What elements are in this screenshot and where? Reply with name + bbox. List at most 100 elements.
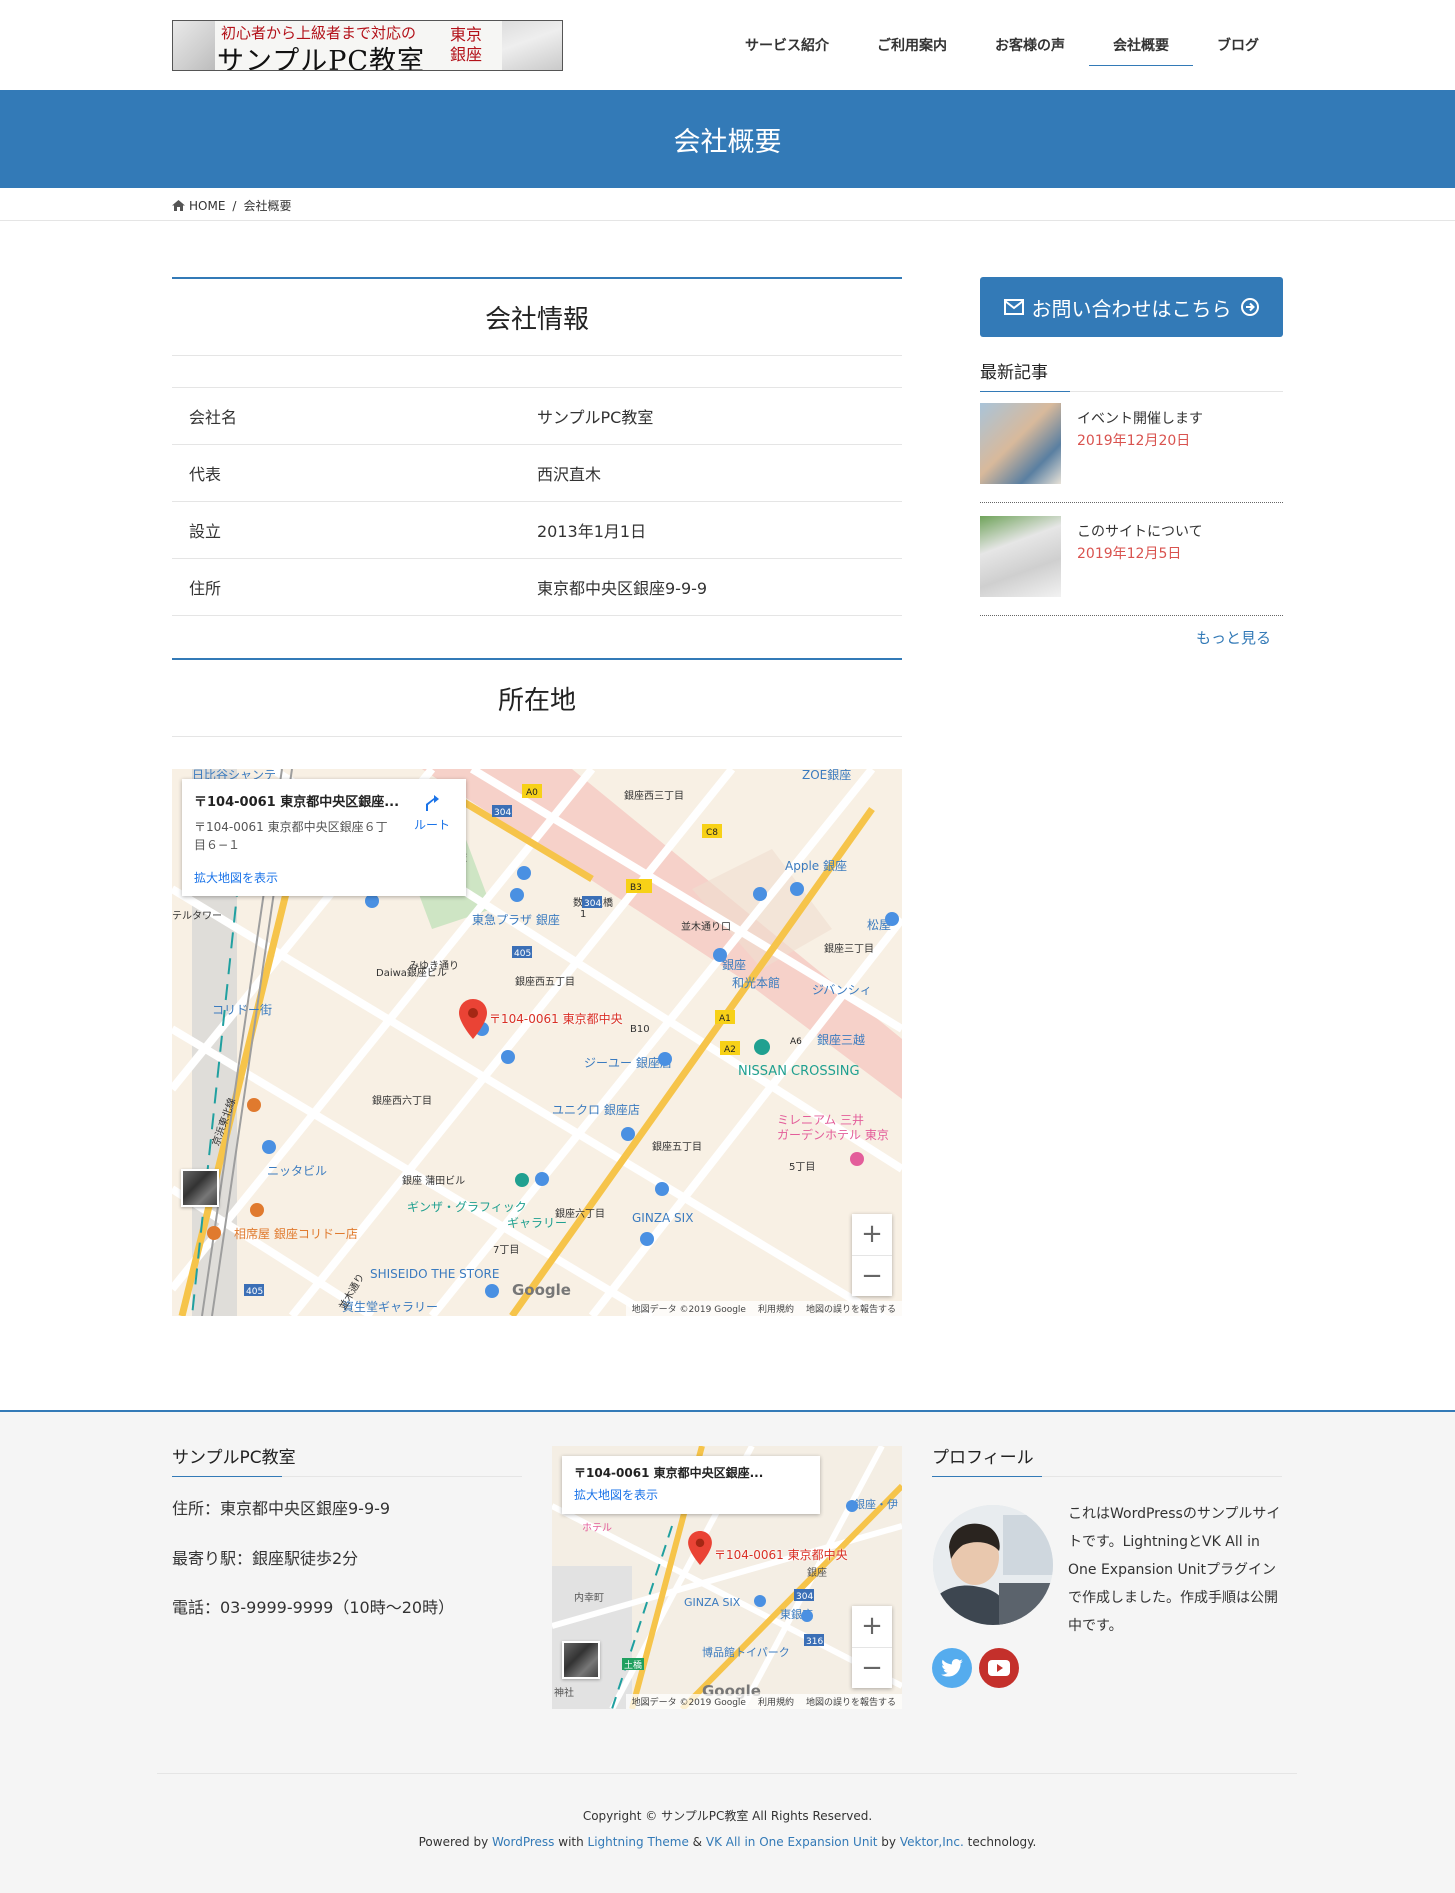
- post-title[interactable]: イベント開催します: [1077, 408, 1203, 428]
- page-title: 会社概要: [673, 126, 782, 158]
- map-label: 銀座西六丁目: [372, 1094, 432, 1107]
- map-label: 相席屋 銀座コリドー店: [234, 1226, 358, 1241]
- post-thumbnail[interactable]: [980, 516, 1061, 597]
- map-report-link[interactable]: 地図の誤りを報告する: [806, 1695, 896, 1708]
- zoom-in-button[interactable]: +: [852, 1606, 892, 1648]
- logo-laptop-image: [502, 21, 562, 70]
- more-posts-link[interactable]: もっと見る: [1196, 627, 1271, 648]
- global-nav: サービス紹介 ご利用案内 お客様の声 会社概要 ブログ: [721, 0, 1283, 90]
- breadcrumb-separator: /: [232, 198, 237, 213]
- map-label: GINZA SIX: [632, 1211, 693, 1225]
- map-label: ZOE銀座: [802, 769, 851, 782]
- map-route-button[interactable]: ルート: [414, 793, 450, 833]
- nav-item-blog[interactable]: ブログ: [1193, 0, 1283, 90]
- footer-map[interactable]: GINZA SIX 東銀座 銀座・伊 博品館トイパーク 内幸町 銀座 神社 ホテ…: [552, 1446, 902, 1709]
- map-card-address: 〒104-0061 東京都中央区銀座６丁目６−１: [194, 820, 388, 852]
- vk-expansion-unit-link[interactable]: VK All in One Expansion Unit: [706, 1835, 878, 1849]
- map-label: 和光本館: [732, 975, 780, 990]
- map-label: 神社: [554, 1686, 574, 1699]
- google-logo: Google: [512, 1281, 571, 1299]
- row-value: 西沢直木: [537, 465, 602, 484]
- map-label: 土橋: [624, 1659, 642, 1671]
- map-label: C8: [706, 828, 718, 838]
- list-item[interactable]: イベント開催します 2019年12月20日: [980, 390, 1283, 503]
- map-label: 銀座: [722, 957, 746, 972]
- youtube-button[interactable]: [979, 1648, 1019, 1688]
- zoom-in-button[interactable]: +: [852, 1214, 892, 1256]
- map-label: ギンザ・グラフィック: [407, 1200, 527, 1214]
- copyright: Copyright © サンプルPC教室 All Rights Reserved…: [582, 1809, 873, 1823]
- map-satellite-toggle[interactable]: [181, 1169, 219, 1207]
- zoom-out-button[interactable]: −: [852, 1648, 892, 1689]
- row-label: 設立: [189, 522, 222, 541]
- nav-item-guide[interactable]: ご利用案内: [853, 0, 971, 90]
- zoom-out-button[interactable]: −: [852, 1256, 892, 1297]
- map-label: A6: [790, 1037, 802, 1047]
- logo-location-line2: 銀座: [449, 45, 482, 64]
- row-label: 住所: [189, 579, 222, 598]
- wordpress-link[interactable]: WordPress: [492, 1835, 554, 1849]
- post-thumbnail[interactable]: [980, 403, 1061, 484]
- map-label: 304: [584, 899, 601, 909]
- map-report-link[interactable]: 地図の誤りを報告する: [806, 1302, 896, 1315]
- map-label: 銀座・伊: [854, 1497, 898, 1511]
- map-label: 405: [514, 949, 531, 959]
- map-terms-link[interactable]: 利用規約: [758, 1302, 794, 1315]
- map-label: 東急プラザ 銀座: [472, 912, 560, 927]
- map-pin-label: 〒104-0061 東京都中央: [489, 1012, 623, 1026]
- list-item[interactable]: このサイトについて 2019年12月5日: [980, 503, 1283, 616]
- site-header: 初心者から上級者まで対応の サンプルPC教室 東京 銀座 サービス紹介 ご利用案…: [0, 0, 1455, 90]
- footer-station: 最寄り駅：銀座駅徒歩2分: [172, 1549, 359, 1568]
- map-pin-icon[interactable]: [688, 1531, 712, 1565]
- map-label: 1: [580, 909, 586, 920]
- map-zoom-control: + −: [852, 1606, 892, 1688]
- map-label: 5丁目: [789, 1162, 815, 1173]
- breadcrumb-home[interactable]: HOME: [189, 199, 225, 213]
- map-attribution: 地図データ ©2019 Google 利用規約 地図の誤りを報告する: [625, 1301, 902, 1316]
- row-label: 会社名: [189, 408, 238, 427]
- footer-divider: [157, 1773, 1297, 1774]
- location-heading: 所在地: [172, 658, 902, 737]
- nav-item-voices[interactable]: お客様の声: [971, 0, 1089, 90]
- powered-text: technology.: [963, 1835, 1037, 1849]
- recent-posts-title: 最新記事: [980, 358, 1283, 392]
- map-enlarge-link[interactable]: 拡大地図を表示: [574, 1486, 808, 1503]
- location-map[interactable]: 東急プラザ 銀座 Apple 銀座 和光本館 ジバンシィ ジーユー 銀座店 銀座…: [172, 769, 902, 1316]
- site-logo[interactable]: 初心者から上級者まで対応の サンプルPC教室 東京 銀座: [172, 20, 563, 71]
- map-label: 並木通り口: [681, 920, 731, 933]
- map-card-title: 〒104-0061 東京都中央区銀座...: [574, 1466, 764, 1480]
- nav-item-services[interactable]: サービス紹介: [721, 0, 853, 90]
- footer-info-title: サンプルPC教室: [172, 1443, 522, 1477]
- map-attribution: 地図データ ©2019 Google 利用規約 地図の誤りを報告する: [625, 1694, 902, 1709]
- map-data-credit: 地図データ ©2019 Google: [631, 1305, 746, 1315]
- map-label: 405: [246, 1287, 263, 1297]
- map-label: 銀座六丁目: [555, 1207, 605, 1220]
- logo-location-line1: 東京: [449, 25, 482, 44]
- twitter-icon: [941, 1659, 963, 1677]
- post-title[interactable]: このサイトについて: [1077, 521, 1203, 541]
- map-label: SHISEIDO THE STORE: [370, 1267, 499, 1281]
- avatar: [933, 1505, 1053, 1625]
- logo-person-image: [173, 21, 215, 70]
- map-label: テルタワー: [172, 910, 222, 922]
- nav-item-company[interactable]: 会社概要: [1089, 0, 1193, 90]
- map-terms-link[interactable]: 利用規約: [758, 1695, 794, 1708]
- table-row: 会社名 サンプルPC教室: [172, 388, 902, 445]
- contact-button[interactable]: お問い合わせはこちら: [980, 277, 1283, 337]
- twitter-button[interactable]: [932, 1648, 972, 1688]
- arrow-circle-right-icon: [1240, 298, 1259, 316]
- map-data-credit: 地図データ ©2019 Google: [631, 1698, 746, 1708]
- table-row: 住所 東京都中央区銀座9-9-9: [172, 559, 902, 616]
- breadcrumb: HOME / 会社概要: [0, 188, 1455, 221]
- map-label: A2: [724, 1045, 736, 1055]
- map-pin-icon[interactable]: [459, 999, 487, 1039]
- map-enlarge-link[interactable]: 拡大地図を表示: [194, 869, 278, 886]
- youtube-icon: [988, 1660, 1010, 1676]
- lightning-theme-link[interactable]: Lightning Theme: [588, 1835, 689, 1849]
- vektor-link[interactable]: Vektor,Inc.: [900, 1835, 964, 1849]
- map-label: 304: [796, 1592, 813, 1602]
- footer-address: 住所：東京都中央区銀座9-9-9: [172, 1499, 391, 1518]
- map-label: 銀座五丁目: [652, 1140, 702, 1153]
- map-satellite-toggle[interactable]: [562, 1641, 600, 1679]
- page-title-band: 会社概要: [0, 90, 1455, 188]
